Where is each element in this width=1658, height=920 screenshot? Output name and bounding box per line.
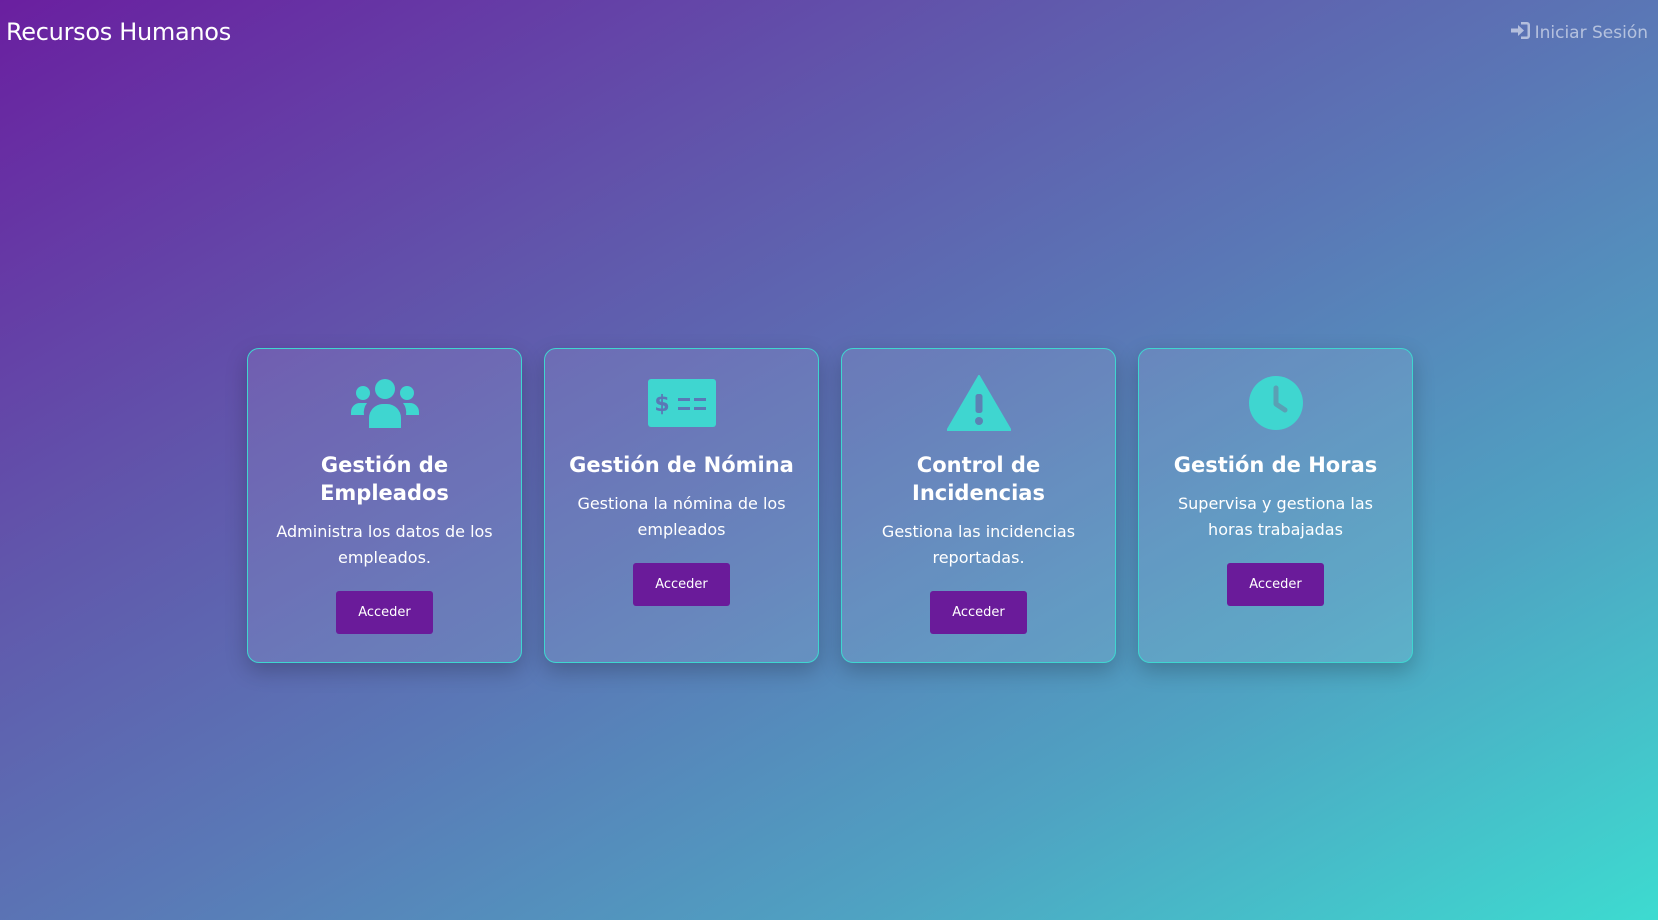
card-title: Control de Incidencias bbox=[912, 453, 1045, 505]
card-title: Gestión de Empleados bbox=[320, 453, 449, 505]
card-incidents: Control de Incidencias Gestiona las inci… bbox=[841, 348, 1116, 663]
money-check-icon: $ bbox=[647, 375, 716, 431]
card-description: Gestiona la nómina de los empleados bbox=[577, 494, 786, 539]
access-incidents-button[interactable]: Acceder bbox=[930, 591, 1027, 634]
login-link[interactable]: Iniciar Sesión bbox=[1510, 22, 1648, 44]
warning-icon bbox=[946, 375, 1011, 431]
card-title: Gestión de Nómina bbox=[569, 453, 794, 477]
module-cards: Gestión de Empleados Administra los dato… bbox=[247, 348, 1413, 663]
sign-in-icon bbox=[1510, 22, 1530, 44]
access-payroll-button[interactable]: Acceder bbox=[633, 563, 730, 606]
login-label: Iniciar Sesión bbox=[1534, 23, 1648, 43]
card-description: Gestiona las incidencias reportadas. bbox=[881, 522, 1076, 567]
card-hours: Gestión de Horas Supervisa y gestiona la… bbox=[1138, 348, 1413, 663]
access-hours-button[interactable]: Acceder bbox=[1227, 563, 1324, 606]
access-employees-button[interactable]: Acceder bbox=[336, 591, 433, 634]
svg-text:$: $ bbox=[654, 392, 669, 417]
card-title: Gestión de Horas bbox=[1173, 453, 1378, 477]
card-payroll: $ Gestión de Nómina Gestiona la nómina d… bbox=[544, 348, 819, 663]
card-description: Supervisa y gestiona las horas trabajada… bbox=[1177, 494, 1374, 539]
card-description: Administra los datos de los empleados. bbox=[276, 522, 493, 567]
clock-icon bbox=[1248, 375, 1304, 431]
app-title: Recursos Humanos bbox=[6, 18, 231, 46]
users-icon bbox=[350, 375, 419, 431]
card-employees: Gestión de Empleados Administra los dato… bbox=[247, 348, 522, 663]
